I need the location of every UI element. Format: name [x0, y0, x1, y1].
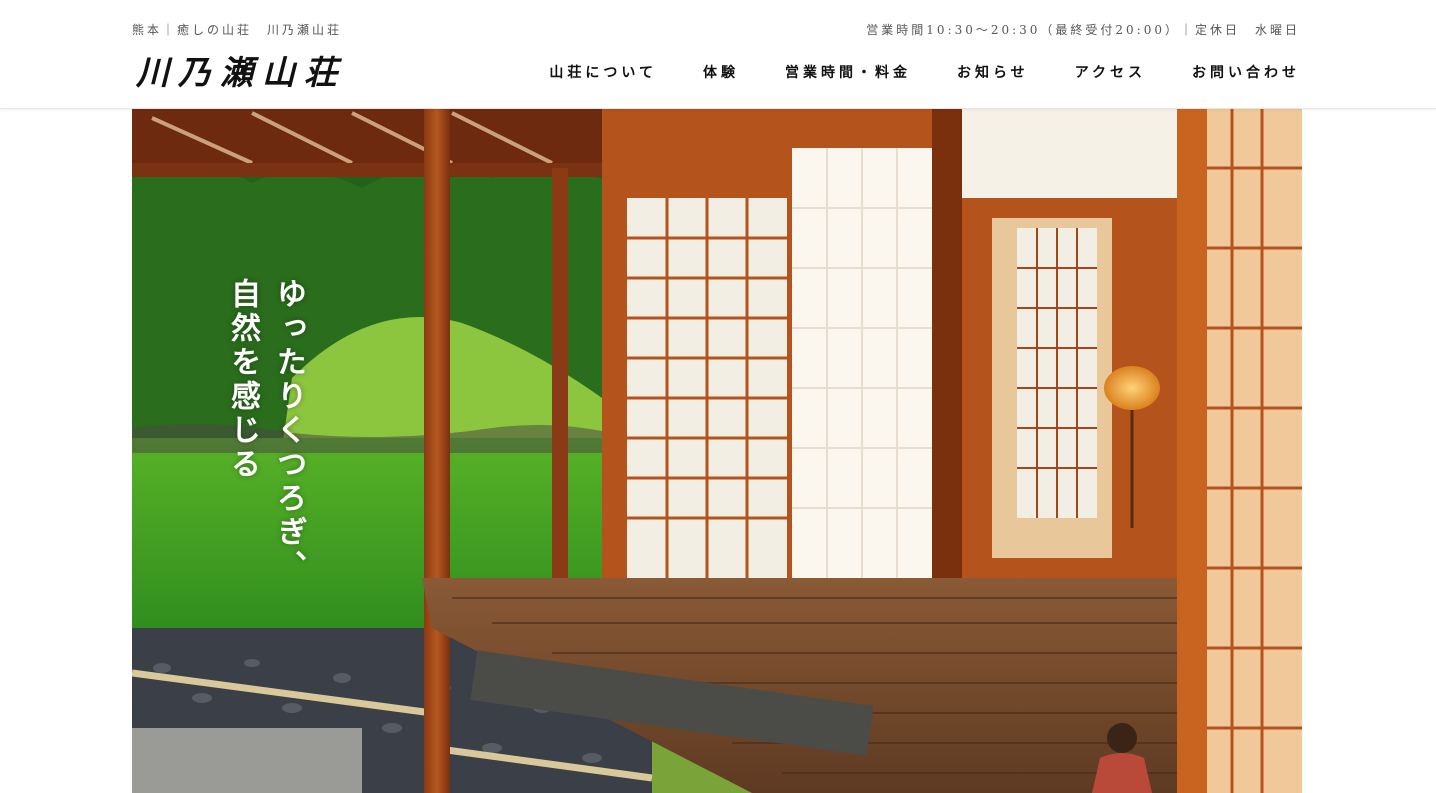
nav-item-contact[interactable]: お問い合わせ — [1192, 62, 1300, 82]
nav-item-access[interactable]: アクセス — [1075, 62, 1146, 82]
hero-copy-line-2: 自然を感じる — [225, 278, 260, 482]
site-logo[interactable]: 川乃瀬山荘 — [136, 46, 346, 94]
site-tagline: 熊本｜癒しの山荘 川乃瀬山荘 — [132, 23, 343, 37]
business-hours: 営業時間10:30〜20:30（最終受付20:00）｜定休日 水曜日 — [866, 23, 1300, 37]
nav-item-about[interactable]: 山荘について — [549, 62, 657, 82]
nav-item-experience[interactable]: 体験 — [703, 62, 739, 82]
hero-image: ゆったりくつろぎ、 自然を感じる — [132, 108, 1302, 793]
hero-copy-line-1: ゆったりくつろぎ、 — [271, 278, 306, 584]
nav-item-hours-fees[interactable]: 営業時間・料金 — [785, 62, 911, 82]
site-header: 熊本｜癒しの山荘 川乃瀬山荘 営業時間10:30〜20:30（最終受付20:00… — [0, 0, 1436, 109]
main-nav: 山荘について 体験 営業時間・料金 お知らせ アクセス お問い合わせ — [503, 62, 1300, 82]
nav-item-news[interactable]: お知らせ — [957, 62, 1029, 82]
